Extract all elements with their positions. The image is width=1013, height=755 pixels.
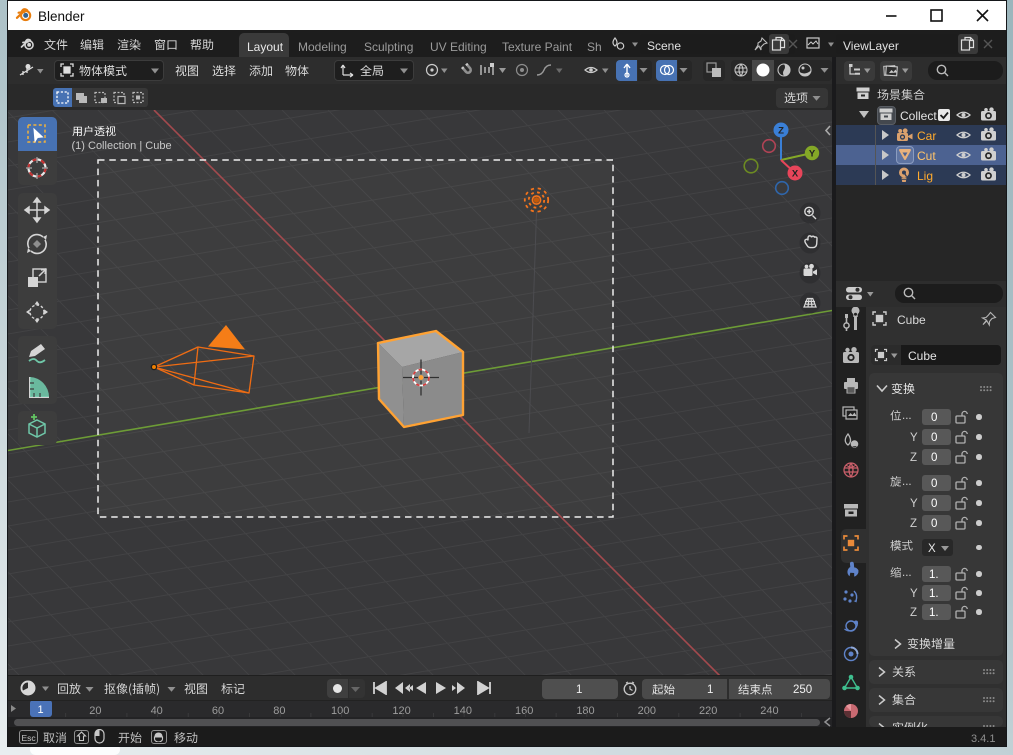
svg-text:Z: Z (778, 126, 784, 137)
svg-text:Y: Y (809, 149, 816, 160)
svg-text:X: X (792, 169, 799, 180)
